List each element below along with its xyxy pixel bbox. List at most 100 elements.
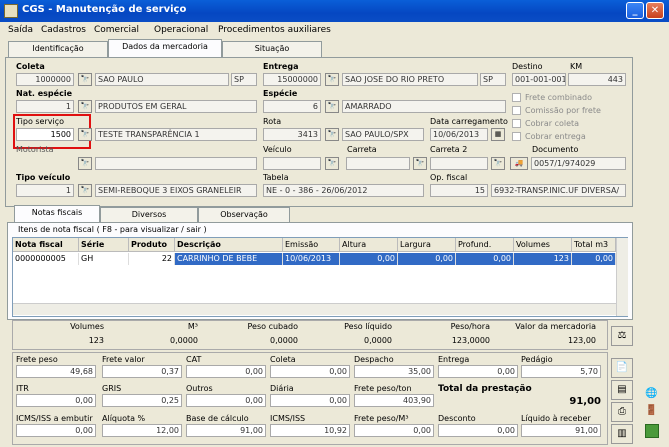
cobrar-entrega-checkbox[interactable]: Cobrar entrega — [512, 132, 586, 141]
rota-code[interactable]: 3413 — [263, 128, 321, 141]
cell-profund[interactable]: 0,00 — [456, 253, 514, 265]
freight-value[interactable]: 49,68 — [16, 365, 96, 378]
freight-label: Diária — [270, 384, 294, 393]
freight-value[interactable]: 91,00 — [521, 424, 601, 437]
freight-value[interactable]: 0,00 — [186, 365, 266, 378]
entrega-search-icon[interactable]: 🔭 — [325, 73, 339, 86]
freight-value[interactable]: 0,00 — [270, 394, 350, 407]
carreta-search-icon[interactable]: 🔭 — [413, 157, 427, 170]
coleta-code[interactable]: 1000000 — [16, 73, 74, 86]
cell-largura[interactable]: 0,00 — [398, 253, 456, 265]
coleta-search-icon[interactable]: 🔭 — [78, 73, 92, 86]
cell-nota-fiscal[interactable]: 0000000005 — [13, 253, 79, 265]
cell-emissao[interactable]: 10/06/2013 — [283, 253, 340, 265]
data-carregamento-field[interactable]: 10/06/2013 — [430, 128, 488, 141]
freight-value[interactable]: 403,90 — [354, 394, 434, 407]
carreta-field[interactable] — [346, 157, 410, 170]
freight-value[interactable]: 0,00 — [438, 365, 518, 378]
grid-icon[interactable] — [645, 424, 659, 438]
freight-value[interactable]: 10,92 — [270, 424, 350, 437]
globe-icon[interactable]: 🌐 — [645, 388, 657, 399]
cell-serie[interactable]: GH — [79, 253, 129, 265]
tab-situacao[interactable]: Situação — [222, 41, 322, 57]
rota-search-icon[interactable]: 🔭 — [325, 128, 339, 141]
km-field[interactable]: 443 — [568, 73, 626, 86]
freight-value[interactable]: 5,70 — [521, 365, 601, 378]
tipo-veiculo-code[interactable]: 1 — [16, 184, 74, 197]
notas-grid[interactable]: Nota fiscal Série Produto Descrição Emis… — [12, 237, 628, 317]
tab-notas-fiscais[interactable]: Notas fiscais — [14, 205, 100, 223]
menu-cadastros[interactable]: Cadastros — [41, 25, 86, 35]
menu-operacional[interactable]: Operacional — [154, 25, 208, 35]
freight-value[interactable]: 0,00 — [270, 365, 350, 378]
nat-especie-code[interactable]: 1 — [16, 100, 74, 113]
cell-total-m3[interactable]: 0,00 — [572, 253, 616, 265]
especie-code[interactable]: 6 — [263, 100, 321, 113]
carreta2-field[interactable] — [430, 157, 488, 170]
total-valor-mercadoria-label: Valor da mercadoria — [515, 322, 596, 331]
col-serie[interactable]: Série — [79, 238, 129, 252]
freight-value[interactable]: 0,00 — [16, 424, 96, 437]
op-fiscal-code[interactable]: 15 — [430, 184, 488, 197]
tab-observacao[interactable]: Observação — [198, 207, 290, 223]
freight-value[interactable]: 0,00 — [16, 394, 96, 407]
documento-label: Documento — [532, 145, 579, 154]
col-largura[interactable]: Largura — [398, 238, 456, 252]
freight-value[interactable]: 0,00 — [186, 394, 266, 407]
freight-value[interactable]: 0,37 — [102, 365, 182, 378]
print-icon[interactable]: ⎙ — [611, 402, 633, 422]
total-prestacao-label: Total da prestação — [438, 384, 532, 394]
calculator-icon[interactable]: ⚖ — [611, 326, 633, 346]
col-produto[interactable]: Produto — [129, 238, 175, 252]
especie-search-icon[interactable]: 🔭 — [325, 100, 339, 113]
edit-doc-icon[interactable]: 📄 — [611, 358, 633, 378]
cell-altura[interactable]: 0,00 — [340, 253, 398, 265]
cobrar-coleta-checkbox[interactable]: Cobrar coleta — [512, 119, 579, 128]
freight-value[interactable]: 35,00 — [354, 365, 434, 378]
tipo-servico-search-icon[interactable]: 🔭 — [78, 128, 92, 141]
frete-combinado-checkbox[interactable]: Frete combinado — [512, 93, 592, 102]
freight-value[interactable]: 91,00 — [186, 424, 266, 437]
col-nota-fiscal[interactable]: Nota fiscal — [13, 238, 79, 252]
close-button[interactable]: ✕ — [646, 2, 664, 19]
carreta2-search-icon[interactable]: 🔭 — [491, 157, 505, 170]
cell-descricao[interactable]: CARRINHO DE BEBE — [175, 253, 283, 265]
col-altura[interactable]: Altura — [340, 238, 398, 252]
grid-scrollbar[interactable] — [616, 238, 628, 316]
menu-procedimentos[interactable]: Procedimentos auxiliares — [218, 25, 331, 35]
nat-especie-search-icon[interactable]: 🔭 — [78, 100, 92, 113]
tab-diversos[interactable]: Diversos — [100, 207, 198, 223]
veiculo-search-icon[interactable]: 🔭 — [325, 157, 339, 170]
freight-value[interactable]: 0,00 — [438, 424, 518, 437]
calc-icon[interactable]: ▤ — [611, 380, 633, 400]
destino-field[interactable]: 001-001-001 — [512, 73, 566, 86]
motorista-search-icon[interactable]: 🔭 — [78, 157, 92, 170]
exit-icon[interactable]: 🚪 — [645, 405, 657, 416]
comissao-frete-checkbox[interactable]: Comissão por frete — [512, 106, 601, 115]
calendar-icon[interactable]: ▦ — [491, 128, 505, 141]
col-profund[interactable]: Profund. — [456, 238, 514, 252]
freight-label: Despacho — [354, 355, 394, 364]
freight-value[interactable]: 12,00 — [102, 424, 182, 437]
freight-value[interactable]: 0,00 — [354, 424, 434, 437]
cell-produto[interactable]: 22 — [129, 253, 175, 265]
col-emissao[interactable]: Emissão — [283, 238, 340, 252]
menu-saida[interactable]: Saída — [8, 25, 33, 35]
grid-hscrollbar[interactable] — [13, 303, 616, 315]
cell-volumes[interactable]: 123 — [514, 253, 572, 265]
col-total-m3[interactable]: Total m3 — [572, 238, 616, 252]
tab-dados-mercadoria[interactable]: Dados da mercadoria — [108, 39, 222, 57]
truck-icon[interactable]: 🚚 — [510, 157, 528, 170]
menu-comercial[interactable]: Comercial — [94, 25, 139, 35]
tab-identificacao[interactable]: Identificação — [8, 41, 108, 57]
carreta-label: Carreta — [347, 145, 377, 154]
tipo-servico-code[interactable]: 1500 — [16, 128, 74, 141]
minimize-button[interactable]: _ — [626, 2, 644, 19]
note-icon[interactable]: ▥ — [611, 424, 633, 444]
col-descricao[interactable]: Descrição — [175, 238, 283, 252]
freight-value[interactable]: 0,25 — [102, 394, 182, 407]
tipo-veiculo-search-icon[interactable]: 🔭 — [78, 184, 92, 197]
col-volumes[interactable]: Volumes — [514, 238, 572, 252]
veiculo-field[interactable] — [263, 157, 321, 170]
entrega-code[interactable]: 15000000 — [263, 73, 321, 86]
